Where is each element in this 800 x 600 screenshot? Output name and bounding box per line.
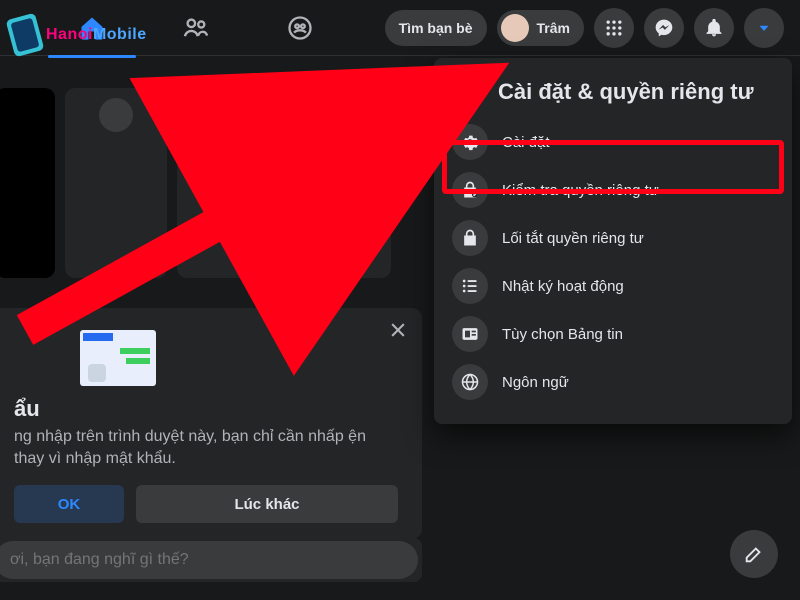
story-strip [0,88,391,278]
dropdown-item-newsfeed-prefs[interactable]: Tùy chọn Bảng tin [442,310,784,358]
dropdown-title: Cài đặt & quyền riêng tư [498,79,754,105]
dropdown-item-privacy-checkup[interactable]: Kiểm tra quyền riêng tư [442,166,784,214]
dropdown-header: Cài đặt & quyền riêng tư [442,72,784,118]
dropdown-item-privacy-shortcuts[interactable]: Lối tắt quyền riêng tư [442,214,784,262]
story-card[interactable] [177,88,279,278]
ok-button[interactable]: OK [14,485,124,523]
save-password-prompt: ẩu ng nhập trên trình duyệt này, bạn chỉ… [0,308,422,539]
nav-right: Tìm bạn bè Trâm [385,8,784,48]
lock-icon [452,220,488,256]
illustration [80,330,156,386]
prompt-title: ẩu [14,396,398,422]
arrow-left-icon [457,81,479,103]
profile-name: Trâm [537,20,570,36]
settings-privacy-dropdown: Cài đặt & quyền riêng tư Cài đặt Kiểm tr… [434,58,792,424]
dropdown-item-label: Ngôn ngữ [502,374,569,391]
dropdown-item-label: Kiểm tra quyền riêng tư [502,182,659,199]
dropdown-item-label: Lối tắt quyền riêng tư [502,230,644,247]
list-icon [452,268,488,304]
dropdown-item-label: Cài đặt [502,134,550,151]
story-card[interactable] [289,88,391,278]
menu-button[interactable] [594,8,634,48]
menu-grid-icon [604,18,624,38]
caret-down-icon [755,19,773,37]
find-friends-button[interactable]: Tìm bạn bè [385,10,487,46]
story-avatar [211,98,245,132]
watermark: HanoiMobile [10,16,147,54]
story-avatar [323,98,357,132]
messenger-icon [654,18,674,38]
composer-input[interactable] [0,541,418,579]
edit-icon [743,543,765,565]
account-dropdown-button[interactable] [744,8,784,48]
bell-icon [704,18,724,38]
close-icon [388,320,408,340]
gear-icon [452,124,488,160]
groups-tab[interactable] [284,12,316,44]
later-button[interactable]: Lúc khác [136,485,398,523]
notifications-button[interactable] [694,8,734,48]
lock-check-icon [452,172,488,208]
story-card[interactable] [65,88,167,278]
news-icon [452,316,488,352]
story-create-card[interactable] [0,88,55,278]
dropdown-item-label: Nhật ký hoạt động [502,278,624,295]
prompt-description: ng nhập trên trình duyệt này, bạn chỉ cầ… [14,426,398,469]
globe-icon [452,364,488,400]
back-button[interactable] [452,76,484,108]
dropdown-item-activity-log[interactable]: Nhật ký hoạt động [442,262,784,310]
watermark-logo-icon [6,13,45,57]
dropdown-item-settings[interactable]: Cài đặt [442,118,784,166]
compose-fab[interactable] [730,530,778,578]
close-button[interactable] [388,320,408,340]
avatar-icon [501,14,529,42]
story-avatar [99,98,133,132]
messenger-button[interactable] [644,8,684,48]
dropdown-item-language[interactable]: Ngôn ngữ [442,358,784,406]
dropdown-item-label: Tùy chọn Bảng tin [502,326,623,343]
composer-bar [0,538,422,582]
watermark-part1: Hanoi [46,26,93,44]
profile-chip[interactable]: Trâm [497,10,584,46]
watermark-part2: Mobile [93,26,147,44]
friends-tab[interactable] [180,12,212,44]
